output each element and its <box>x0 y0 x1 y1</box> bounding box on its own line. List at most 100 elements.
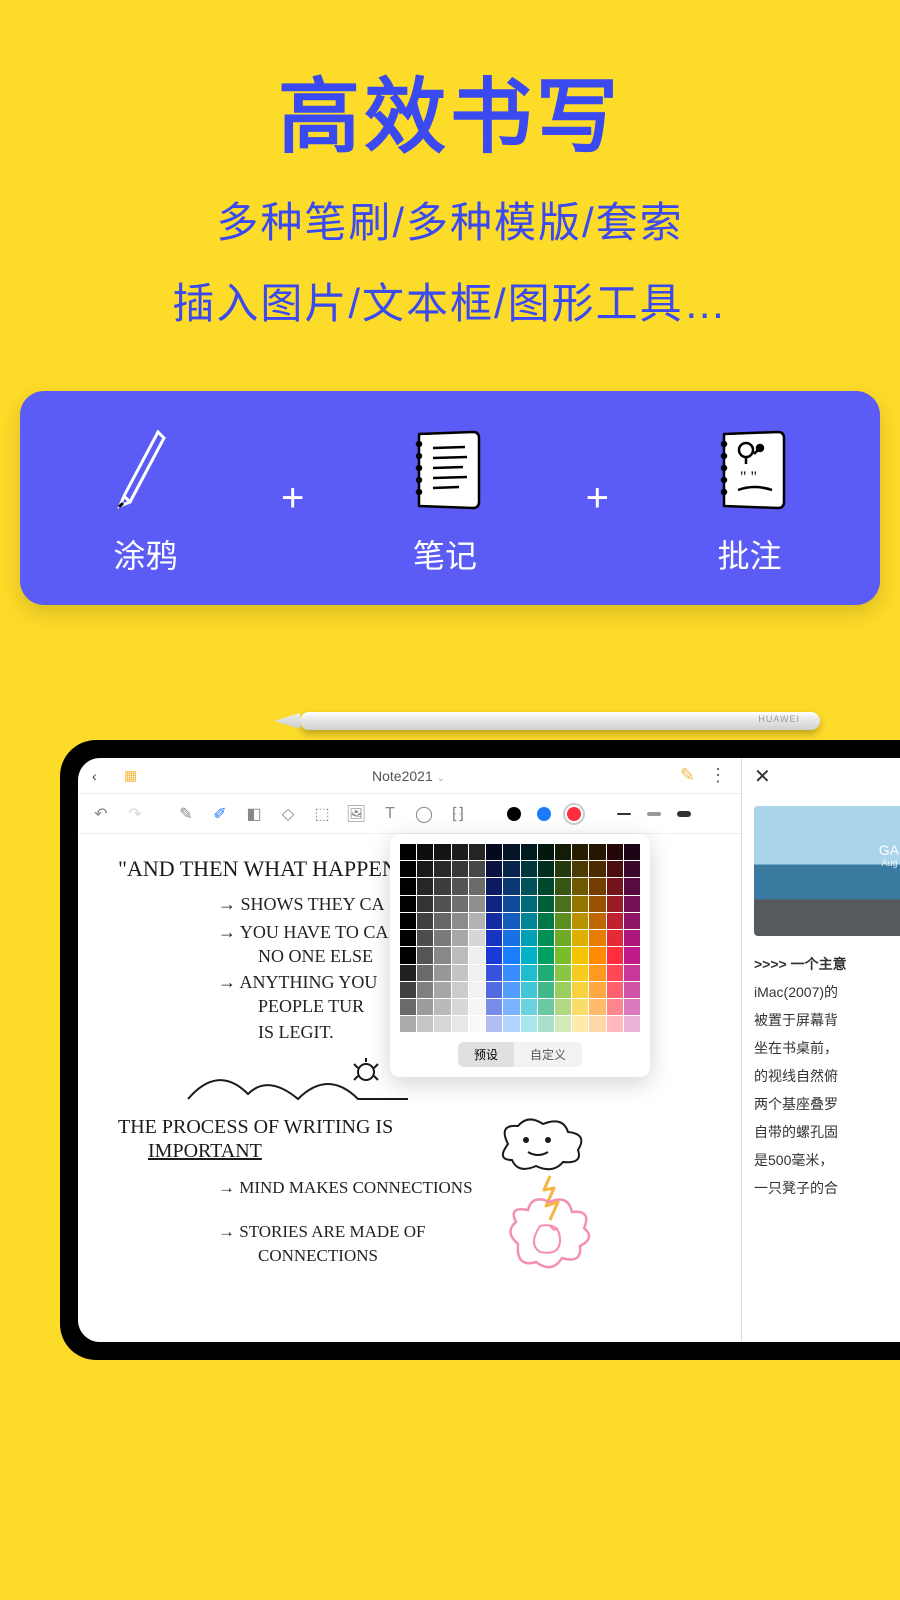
color-cell[interactable] <box>486 844 502 860</box>
color-cell[interactable] <box>400 861 416 877</box>
preset-tab[interactable]: 预设 <box>458 1042 514 1067</box>
grid-view-icon[interactable]: ▦ <box>124 767 137 784</box>
custom-tab[interactable]: 自定义 <box>514 1042 582 1067</box>
color-cell[interactable] <box>434 982 450 998</box>
color-cell[interactable] <box>503 878 519 894</box>
color-cell[interactable] <box>624 844 640 860</box>
color-swatch-blue[interactable] <box>537 807 551 821</box>
image-tool-icon[interactable]: 🖼 <box>347 805 365 823</box>
color-cell[interactable] <box>400 878 416 894</box>
shape-tool-icon[interactable]: ◯ <box>415 805 433 823</box>
color-cell[interactable] <box>469 930 485 946</box>
color-cell[interactable] <box>521 878 537 894</box>
color-cell[interactable] <box>555 999 571 1015</box>
color-cell[interactable] <box>434 896 450 912</box>
color-cell[interactable] <box>538 861 554 877</box>
color-cell[interactable] <box>538 1016 554 1032</box>
color-cell[interactable] <box>572 999 588 1015</box>
color-cell[interactable] <box>538 947 554 963</box>
color-cell[interactable] <box>503 930 519 946</box>
color-cell[interactable] <box>624 896 640 912</box>
color-cell[interactable] <box>434 947 450 963</box>
pen-tool-icon[interactable]: ✎ <box>177 805 195 823</box>
color-cell[interactable] <box>400 896 416 912</box>
color-cell[interactable] <box>503 913 519 929</box>
color-cell[interactable] <box>400 1016 416 1032</box>
color-cell[interactable] <box>538 930 554 946</box>
color-cell[interactable] <box>434 999 450 1015</box>
color-cell[interactable] <box>572 844 588 860</box>
color-cell[interactable] <box>624 878 640 894</box>
color-cell[interactable] <box>400 844 416 860</box>
color-cell[interactable] <box>452 1016 468 1032</box>
color-cell[interactable] <box>555 913 571 929</box>
color-cell[interactable] <box>503 947 519 963</box>
color-cell[interactable] <box>452 844 468 860</box>
color-cell[interactable] <box>624 930 640 946</box>
color-cell[interactable] <box>589 896 605 912</box>
color-cell[interactable] <box>538 913 554 929</box>
color-cell[interactable] <box>469 844 485 860</box>
color-cell[interactable] <box>400 930 416 946</box>
color-cell[interactable] <box>400 999 416 1015</box>
color-cell[interactable] <box>486 982 502 998</box>
color-cell[interactable] <box>624 999 640 1015</box>
color-cell[interactable] <box>555 1016 571 1032</box>
color-cell[interactable] <box>503 965 519 981</box>
color-swatch-selected[interactable] <box>567 807 581 821</box>
color-cell[interactable] <box>589 930 605 946</box>
color-cell[interactable] <box>434 861 450 877</box>
color-cell[interactable] <box>589 878 605 894</box>
color-cell[interactable] <box>486 965 502 981</box>
color-cell[interactable] <box>486 930 502 946</box>
back-button[interactable]: ‹ <box>92 768 112 784</box>
redo-icon[interactable]: ↷ <box>126 805 144 823</box>
color-cell[interactable] <box>503 844 519 860</box>
color-cell[interactable] <box>503 861 519 877</box>
color-cell[interactable] <box>452 999 468 1015</box>
color-cell[interactable] <box>400 913 416 929</box>
color-cell[interactable] <box>417 999 433 1015</box>
color-cell[interactable] <box>417 1016 433 1032</box>
color-cell[interactable] <box>589 965 605 981</box>
document-title[interactable]: Note2021⌄ <box>137 768 680 784</box>
color-cell[interactable] <box>624 913 640 929</box>
color-cell[interactable] <box>607 844 623 860</box>
color-cell[interactable] <box>555 896 571 912</box>
color-cell[interactable] <box>607 878 623 894</box>
stroke-width-thick[interactable] <box>677 811 691 817</box>
color-cell[interactable] <box>538 896 554 912</box>
color-cell[interactable] <box>469 965 485 981</box>
color-cell[interactable] <box>521 1016 537 1032</box>
more-menu-icon[interactable]: ⋮ <box>709 765 727 786</box>
color-cell[interactable] <box>486 878 502 894</box>
color-cell[interactable] <box>486 896 502 912</box>
color-cell[interactable] <box>452 930 468 946</box>
color-cell[interactable] <box>607 913 623 929</box>
undo-icon[interactable]: ↶ <box>92 805 110 823</box>
eraser-tool-icon[interactable]: ◧ <box>245 805 263 823</box>
color-cell[interactable] <box>486 861 502 877</box>
color-cell[interactable] <box>452 947 468 963</box>
color-cell[interactable] <box>469 947 485 963</box>
color-cell[interactable] <box>538 965 554 981</box>
color-cell[interactable] <box>538 878 554 894</box>
color-cell[interactable] <box>572 878 588 894</box>
color-cell[interactable] <box>486 1016 502 1032</box>
color-cell[interactable] <box>434 913 450 929</box>
color-cell[interactable] <box>521 965 537 981</box>
color-cell[interactable] <box>452 878 468 894</box>
color-cell[interactable] <box>434 965 450 981</box>
color-cell[interactable] <box>521 913 537 929</box>
color-cell[interactable] <box>452 965 468 981</box>
color-cell[interactable] <box>589 844 605 860</box>
color-cell[interactable] <box>555 930 571 946</box>
stroke-width-thin[interactable] <box>617 813 631 815</box>
color-cell[interactable] <box>572 913 588 929</box>
color-cell[interactable] <box>417 982 433 998</box>
color-cell[interactable] <box>572 982 588 998</box>
color-cell[interactable] <box>624 1016 640 1032</box>
highlighter-tool-icon[interactable]: ✐ <box>211 805 229 823</box>
color-cell[interactable] <box>589 982 605 998</box>
color-cell[interactable] <box>521 999 537 1015</box>
